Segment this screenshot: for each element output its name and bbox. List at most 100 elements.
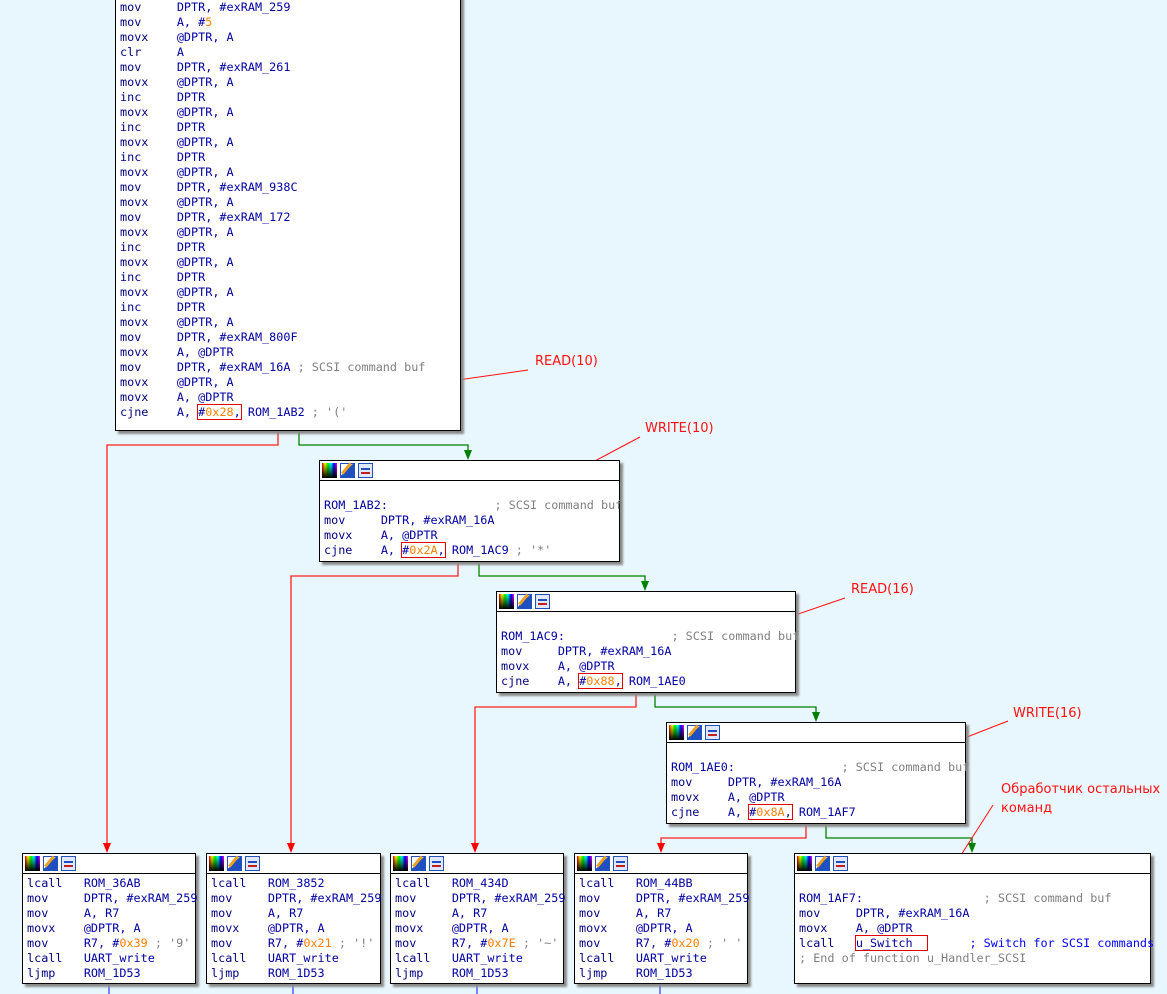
code-line: lcall ROM_3852	[211, 876, 380, 891]
arrowhead	[103, 843, 111, 853]
edit-pencil-icon[interactable]	[815, 856, 830, 871]
operand: R7, #	[635, 936, 672, 950]
code-block[interactable]: ROM_1AC9: ; SCSI command buf mov DPTR, #ex…	[496, 591, 800, 693]
graph-view-icon[interactable]	[245, 856, 260, 871]
color-palette-icon[interactable]	[577, 856, 592, 871]
operand: ROM_44BB	[635, 876, 693, 890]
mnemonic: movx	[799, 921, 828, 935]
edit-pencil-icon[interactable]	[340, 463, 355, 478]
operand: ROM_1D53	[83, 966, 141, 980]
mnemonic: inc	[120, 300, 142, 314]
operand	[516, 936, 523, 950]
code-line: movx A, @DPTR	[324, 528, 619, 543]
highlight-box: #0x2A,	[401, 542, 446, 558]
immediate-value: 0x88	[586, 674, 615, 688]
highlight-box: u_Switch	[854, 935, 928, 951]
comment: ; SCSI command buf	[983, 891, 1112, 905]
operand: @DPTR, A	[176, 105, 234, 119]
mnemonic: mov	[120, 330, 142, 344]
color-palette-icon[interactable]	[25, 856, 40, 871]
true-edge	[654, 692, 817, 716]
color-palette-icon[interactable]	[669, 725, 684, 740]
immediate-value: 0x7E	[487, 936, 516, 950]
operand: @DPTR, A	[176, 135, 234, 149]
code-line: inc DPTR	[120, 270, 460, 285]
operand: A, #	[176, 15, 206, 29]
code-block[interactable]: lcall ROM_36AB mov DPTR, #exRAM_259 mov A, R7…	[22, 853, 198, 984]
code-block[interactable]: lcall ROM_44BB mov DPTR, #exRAM_259 mov A, R7…	[574, 853, 749, 984]
graph-view-icon[interactable]	[535, 594, 550, 609]
code-line: movx A, @DPTR	[671, 790, 965, 805]
code-line: movx @DPTR, A	[120, 105, 460, 120]
comment: ; SCSI command buf	[671, 629, 800, 643]
comment: ; SCSI command buf	[841, 760, 970, 774]
edit-pencil-icon[interactable]	[43, 856, 58, 871]
mnemonic: lcall	[579, 876, 615, 890]
operand: DPTR, #exRAM_259	[83, 891, 198, 905]
operand: ROM_1AB2:	[324, 498, 495, 512]
operand: DPTR, #exRAM_16A	[176, 360, 298, 374]
code-line: lcall u_Switch ; Switch for SCSI commands	[799, 935, 1154, 951]
block-header	[23, 854, 195, 874]
mnemonic: mov	[579, 906, 601, 920]
code-line: movx @DPTR, A	[27, 921, 195, 936]
graph-view-icon[interactable]	[613, 856, 628, 871]
mnemonic: movx	[671, 790, 700, 804]
graph-view-icon[interactable]	[833, 856, 848, 871]
comment: ; Switch for SCSI commands	[969, 936, 1155, 950]
operand: ROM_36AB	[83, 876, 141, 890]
color-palette-icon[interactable]	[797, 856, 812, 871]
operand: DPTR, #exRAM_16A	[557, 644, 672, 658]
operand: ROM_1D53	[451, 966, 509, 980]
edit-pencil-icon[interactable]	[517, 594, 532, 609]
code-line: movx @DPTR, A	[120, 30, 460, 45]
graph-view-icon[interactable]	[429, 856, 444, 871]
color-palette-icon[interactable]	[393, 856, 408, 871]
operand: ROM_1AF7	[791, 805, 856, 819]
mnemonic: mov	[27, 906, 49, 920]
mnemonic: mov	[579, 891, 601, 905]
operand: @DPTR, A	[267, 921, 325, 935]
code-block[interactable]: ROM_1AB2: ; SCSI command buf mov DPTR, #ex…	[319, 460, 622, 562]
mnemonic: movx	[211, 921, 240, 935]
code-line: movx @DPTR, A	[120, 315, 460, 330]
edit-pencil-icon[interactable]	[687, 725, 702, 740]
arrowhead	[657, 843, 665, 853]
code-block[interactable]: lcall ROM_3852 mov DPTR, #exRAM_259 mov A, R7…	[206, 853, 381, 984]
code-line: mov R7, #0x7E ; '~'	[395, 936, 563, 951]
code-block[interactable]: lcall ROM_434D mov DPTR, #exRAM_259 mov A, R7…	[390, 853, 565, 984]
operand: @DPTR, A	[176, 315, 234, 329]
operand: @DPTR, A	[176, 375, 234, 389]
graph-view-icon[interactable]	[358, 463, 373, 478]
color-palette-icon[interactable]	[209, 856, 224, 871]
code-line: inc DPTR	[120, 300, 460, 315]
operand	[148, 936, 155, 950]
mnemonic: lcall	[395, 876, 431, 890]
operand: A, @DPTR	[855, 921, 913, 935]
code-block[interactable]: ROM_1AF7: ; SCSI command buf mov DPTR, #ex…	[794, 853, 1154, 984]
edit-pencil-icon[interactable]	[411, 856, 426, 871]
code-block[interactable]: mov DPTR, #exRAM_259 mov A, #5 movx @DPTR, Ac…	[115, 0, 461, 431]
color-palette-icon[interactable]	[322, 463, 337, 478]
operand: @DPTR, A	[176, 75, 234, 89]
edit-pencil-icon[interactable]	[595, 856, 610, 871]
mnemonic: movx	[120, 345, 149, 359]
operand	[671, 745, 678, 759]
operand: DPTR, #exRAM_16A	[380, 513, 495, 527]
edit-pencil-icon[interactable]	[227, 856, 242, 871]
code-line: ROM_1AE0: ; SCSI command buf	[671, 760, 969, 775]
mnemonic: ljmp	[395, 966, 424, 980]
mnemonic: inc	[120, 270, 142, 284]
mnemonic: mov	[120, 210, 142, 224]
operand: ,	[233, 405, 241, 419]
operand: @DPTR, A	[176, 285, 234, 299]
operand: R7, #	[451, 936, 488, 950]
graph-view-icon[interactable]	[61, 856, 76, 871]
immediate-value: 0x39	[119, 936, 148, 950]
code-line: mov DPTR, #exRAM_16A	[324, 513, 619, 528]
mnemonic: movx	[120, 165, 149, 179]
mnemonic: inc	[120, 150, 142, 164]
graph-view-icon[interactable]	[705, 725, 720, 740]
color-palette-icon[interactable]	[499, 594, 514, 609]
code-block[interactable]: ROM_1AE0: ; SCSI command buf mov DPTR, #ex…	[666, 722, 969, 824]
